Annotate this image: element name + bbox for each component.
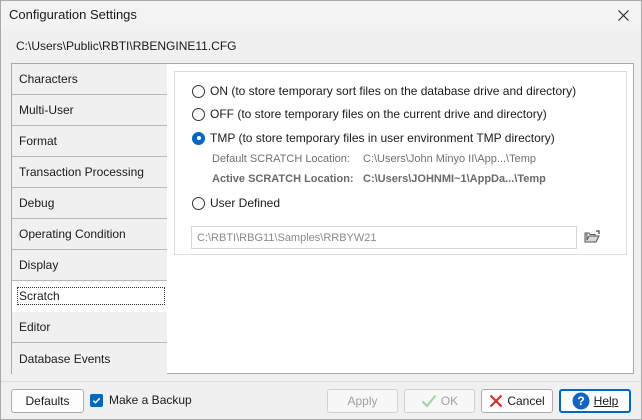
sidebar-item-operating-condition[interactable]: Operating Condition — [12, 219, 167, 250]
browse-folder-button[interactable] — [583, 228, 601, 246]
active-location-label: Active SCRATCH Location: — [212, 173, 354, 185]
config-file-path: C:\Users\Public\RBTI\RBENGINE11.CFG — [16, 39, 237, 53]
sidebar-item-label: Editor — [19, 320, 51, 334]
help-label: Help — [593, 394, 619, 408]
sidebar-item-label: Debug — [19, 196, 55, 210]
cancel-button[interactable]: Cancel — [481, 389, 553, 413]
radio-button[interactable] — [192, 107, 205, 121]
radio-button[interactable] — [192, 84, 205, 98]
radio-scratch-user-defined[interactable]: User Defined — [192, 196, 280, 210]
sidebar-item-label: Database Events — [19, 351, 111, 366]
sidebar-item-label: Format — [19, 134, 58, 148]
scratch-settings-panel: ON (to store temporary sort files on the… — [167, 63, 634, 374]
active-location-value: C:\Users\JOHNMI~1\AppDa...\Temp — [363, 173, 546, 185]
settings-sidebar: Characters Multi-User Format Transaction… — [11, 63, 168, 374]
sidebar-item-label: Display — [19, 258, 59, 272]
radio-label: TMP (to store temporary files in user en… — [210, 131, 555, 145]
footer-divider — [1, 381, 641, 382]
make-backup-checkbox[interactable]: Make a Backup — [90, 393, 192, 407]
svg-text:?: ? — [577, 394, 584, 408]
default-location-value: C:\Users\John Minyo II\App...\Temp — [363, 153, 537, 165]
sidebar-item-characters[interactable]: Characters — [12, 64, 167, 95]
radio-button[interactable] — [192, 196, 205, 210]
radio-scratch-off[interactable]: OFF (to store temporary files on the cur… — [192, 107, 547, 121]
title-bar: Configuration Settings — [1, 1, 641, 29]
active-scratch-location: Active SCRATCH Location: C:\Users\JOHNMI… — [212, 173, 546, 185]
checkmark-icon — [92, 397, 101, 404]
sidebar-item-label: Operating Condition — [19, 227, 126, 241]
radio-label: ON (to store temporary sort files on the… — [210, 84, 577, 98]
help-button[interactable]: ? Help — [559, 389, 631, 413]
sidebar-item-database-events[interactable]: Database Events — [12, 343, 167, 374]
sidebar-item-transaction-processing[interactable]: Transaction Processing — [12, 157, 167, 188]
sidebar-item-format[interactable]: Format — [12, 126, 167, 157]
sidebar-item-scratch[interactable]: Scratch — [12, 281, 167, 312]
default-location-label: Default SCRATCH Location: — [212, 153, 350, 165]
cancel-label: Cancel — [507, 394, 545, 408]
sidebar-item-label: Scratch — [17, 287, 165, 305]
default-scratch-location: Default SCRATCH Location: C:\Users\John … — [212, 153, 536, 165]
sidebar-item-debug[interactable]: Debug — [12, 188, 167, 219]
sidebar-item-multi-user[interactable]: Multi-User — [12, 95, 167, 126]
radio-button-selected[interactable] — [192, 131, 205, 145]
close-icon — [617, 9, 629, 21]
help-question-icon: ? — [572, 392, 590, 410]
sidebar-item-editor[interactable]: Editor — [12, 312, 167, 343]
scratch-options-group: ON (to store temporary sort files on the… — [174, 71, 627, 255]
cancel-x-icon — [489, 394, 503, 408]
apply-button[interactable]: Apply — [327, 389, 398, 413]
sidebar-item-label: Multi-User — [19, 103, 74, 117]
defaults-button[interactable]: Defaults — [11, 389, 84, 413]
checkbox-checked[interactable] — [90, 393, 103, 407]
radio-label: User Defined — [210, 196, 281, 210]
ok-button[interactable]: OK — [404, 389, 475, 413]
radio-label: OFF (to store temporary files on the cur… — [210, 107, 547, 121]
configuration-settings-dialog: Configuration Settings C:\Users\Public\R… — [0, 0, 642, 420]
sidebar-item-label: Transaction Processing — [19, 165, 144, 179]
sidebar-item-label: Characters — [19, 72, 78, 86]
open-folder-icon — [584, 230, 600, 243]
sidebar-item-display[interactable]: Display — [12, 250, 167, 281]
radio-scratch-tmp[interactable]: TMP (to store temporary files in user en… — [192, 131, 555, 145]
radio-scratch-on[interactable]: ON (to store temporary sort files on the… — [192, 84, 576, 98]
ok-label: OK — [440, 394, 459, 408]
close-button[interactable] — [605, 1, 641, 29]
window-title: Configuration Settings — [9, 7, 137, 22]
ok-check-icon — [421, 394, 437, 408]
make-backup-label: Make a Backup — [109, 393, 192, 407]
user-defined-path-input[interactable] — [191, 226, 577, 249]
